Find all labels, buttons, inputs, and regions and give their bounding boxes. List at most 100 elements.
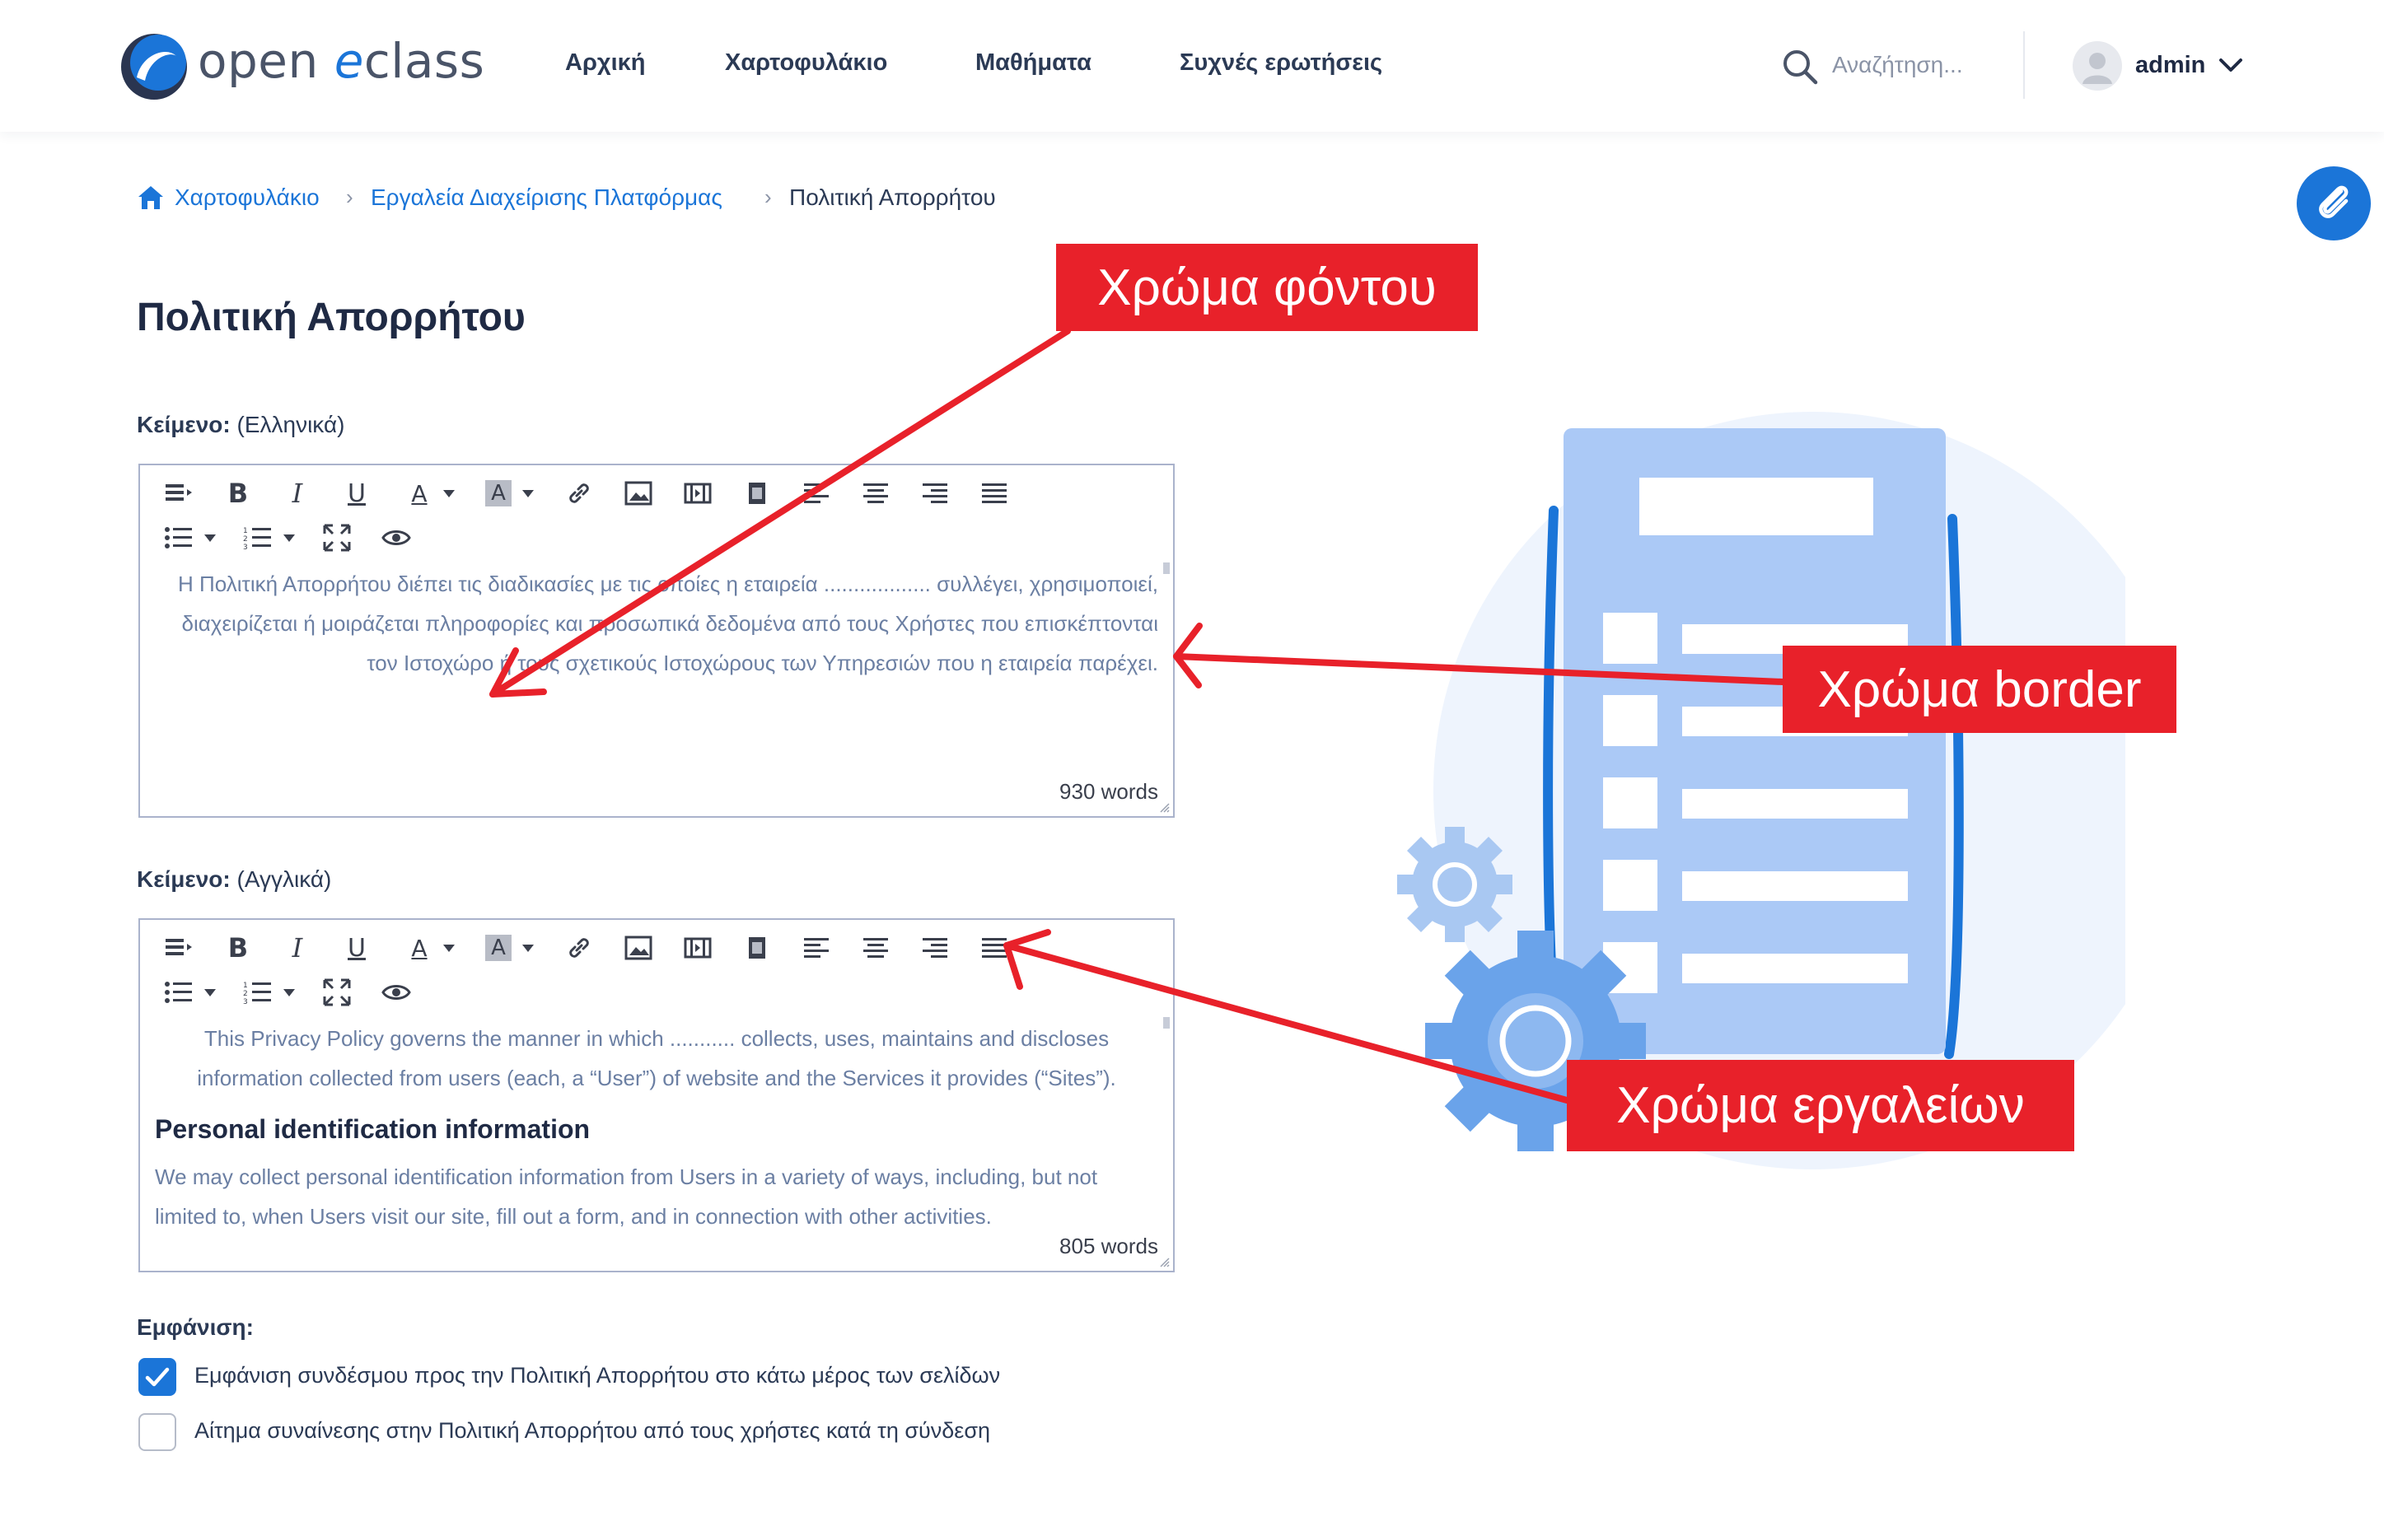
image-icon[interactable] (619, 929, 657, 967)
bg-color-icon[interactable]: A (479, 474, 517, 512)
italic-icon[interactable]: I (278, 474, 316, 512)
preview-icon[interactable] (377, 973, 415, 1011)
bold-icon[interactable]: B (219, 929, 257, 967)
italic-icon[interactable]: I (278, 929, 316, 967)
svg-text:3: 3 (243, 998, 248, 1005)
breadcrumb-admin-tools[interactable]: Εργαλεία Διαχείρισης Πλατφόρμας (371, 184, 722, 211)
editor-content[interactable]: This Privacy Policy governs the manner i… (155, 1019, 1158, 1228)
logo-open: open (198, 33, 334, 89)
appearance-label: Εμφάνιση: (137, 1314, 254, 1340)
caret-icon[interactable] (204, 534, 216, 542)
search-icon[interactable] (1781, 48, 1819, 86)
editor-paragraph: This Privacy Policy governs the manner i… (197, 1026, 1116, 1090)
editor-english[interactable]: B I U A A 123 This Privacy Policy govern… (138, 918, 1175, 1272)
show-link-label[interactable]: Εμφάνιση συνδέσμου προς την Πολιτική Απο… (194, 1363, 1000, 1388)
svg-text:2: 2 (243, 535, 248, 544)
logo-e: e (334, 33, 364, 89)
resize-handle-icon[interactable] (1158, 801, 1170, 813)
link-icon[interactable] (560, 929, 598, 967)
label-lang: (Ελληνικά) (236, 412, 345, 437)
caret-icon[interactable] (522, 945, 534, 952)
align-justify-icon[interactable] (975, 929, 1013, 967)
bold-icon[interactable]: B (219, 474, 257, 512)
format-icon[interactable] (160, 929, 198, 967)
show-link-checkbox[interactable] (138, 1358, 176, 1396)
svg-text:1: 1 (243, 982, 248, 990)
nav-home[interactable]: Αρχική (565, 49, 646, 77)
svg-text:3: 3 (243, 544, 248, 550)
top-header: open eclass Αρχική Χαρτοφυλάκιο Μαθήματα… (0, 0, 2384, 132)
media-icon[interactable] (679, 929, 717, 967)
caret-icon[interactable] (443, 945, 455, 952)
resize-handle-icon[interactable] (1158, 1256, 1170, 1267)
attachment-button[interactable] (2297, 166, 2371, 240)
align-right-icon[interactable] (916, 474, 954, 512)
numbered-list-icon[interactable]: 123 (239, 519, 277, 557)
video-icon[interactable] (738, 929, 776, 967)
breadcrumb-current: Πολιτική Απορρήτου (789, 184, 996, 210)
underline-icon[interactable]: U (338, 474, 376, 512)
underline-icon[interactable]: U (338, 929, 376, 967)
align-left-icon[interactable] (797, 474, 835, 512)
caret-icon[interactable] (204, 989, 216, 996)
preview-icon[interactable] (377, 519, 415, 557)
chevron-down-icon[interactable] (2218, 56, 2244, 74)
nav-courses[interactable]: Μαθήματα (975, 49, 1091, 77)
editor-heading: Personal identification information (155, 1114, 591, 1144)
user-menu-name[interactable]: admin (2135, 52, 2205, 79)
consent-label[interactable]: Αίτημα συναίνεσης στην Πολιτική Απορρήτο… (194, 1418, 990, 1444)
word-count: 805 words (1059, 1234, 1158, 1258)
bullet-list-icon[interactable] (160, 973, 198, 1011)
consent-checkbox[interactable] (138, 1413, 176, 1451)
editor-content[interactable]: Η Πολιτική Απορρήτου διέπει τις διαδικασ… (155, 564, 1158, 773)
svg-text:2: 2 (243, 990, 248, 998)
logo-icon[interactable] (117, 30, 191, 104)
bullet-list-icon[interactable] (160, 519, 198, 557)
header-divider (2023, 31, 2025, 99)
fullscreen-icon[interactable] (318, 973, 356, 1011)
caret-icon[interactable] (283, 534, 295, 542)
home-icon[interactable] (137, 184, 165, 211)
breadcrumb-portfolio[interactable]: Χαρτοφυλάκιο (175, 184, 320, 211)
word-count: 930 words (1059, 779, 1158, 804)
caret-icon[interactable] (443, 490, 455, 497)
search-input[interactable]: Αναζήτηση... (1832, 52, 1963, 78)
avatar[interactable] (2073, 41, 2122, 91)
field-label-english: Κείμενο: (Αγγλικά) (137, 866, 331, 893)
toolbar-row-2: 123 (153, 973, 647, 1012)
bg-color-icon[interactable]: A (479, 929, 517, 967)
toolbar-row-1: B I U A A (153, 928, 1158, 968)
fullscreen-icon[interactable] (318, 519, 356, 557)
text-color-icon[interactable]: A (400, 929, 438, 967)
logo-text[interactable]: open eclass (198, 33, 484, 89)
user-icon (2082, 53, 2112, 84)
scrollbar[interactable] (1163, 562, 1170, 574)
label-bold: Κείμενο: (137, 412, 231, 437)
image-icon[interactable] (619, 474, 657, 512)
nav-portfolio[interactable]: Χαρτοφυλάκιο (725, 49, 887, 77)
numbered-list-icon[interactable]: 123 (239, 973, 277, 1011)
align-center-icon[interactable] (857, 474, 895, 512)
label-lang: (Αγγλικά) (236, 866, 332, 892)
align-justify-icon[interactable] (975, 474, 1013, 512)
format-icon[interactable] (160, 474, 198, 512)
video-icon[interactable] (738, 474, 776, 512)
annotation-background-color: Χρώμα φόντου (1056, 244, 1478, 331)
nav-faq[interactable]: Συχνές ερωτήσεις (1180, 49, 1382, 77)
scrollbar[interactable] (1163, 1017, 1170, 1029)
media-icon[interactable] (679, 474, 717, 512)
label-bold: Κείμενο: (137, 866, 231, 892)
align-right-icon[interactable] (916, 929, 954, 967)
svg-text:1: 1 (243, 527, 248, 535)
align-left-icon[interactable] (797, 929, 835, 967)
toolbar-row-1: B I U A A (153, 474, 1158, 513)
editor-greek[interactable]: B I U A A 123 Η Πολιτική Απορρήτου διέπε… (138, 464, 1175, 818)
align-center-icon[interactable] (857, 929, 895, 967)
text-color-icon[interactable]: A (400, 474, 438, 512)
annotation-toolbar-color: Χρώμα εργαλείων (1567, 1060, 2074, 1151)
link-icon[interactable] (560, 474, 598, 512)
breadcrumb-separator: › (764, 184, 772, 209)
caret-icon[interactable] (283, 989, 295, 996)
logo-class: class (363, 33, 485, 89)
caret-icon[interactable] (522, 490, 534, 497)
